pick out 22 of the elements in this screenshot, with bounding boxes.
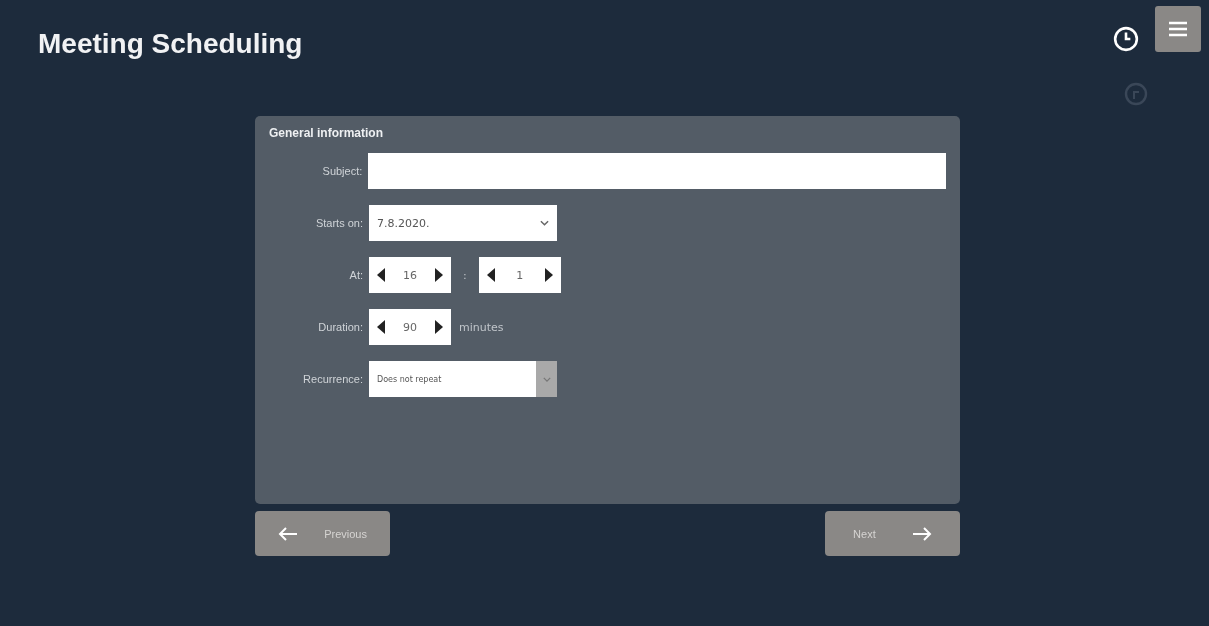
field-label: Duration: [317,321,364,333]
field-label: At: [348,269,364,281]
field-label: Subject: [321,165,364,177]
hamburger-icon [1168,21,1188,37]
field-label: Recurrence: [302,373,364,385]
hour-spinner[interactable]: 16 [369,257,451,293]
clock-icon[interactable] [1113,26,1139,52]
arrow-left-icon [278,526,299,541]
minute-spinner[interactable]: 1 [478,257,561,293]
subject-field[interactable] [368,153,946,189]
duration-spinner[interactable]: 90 [369,309,451,345]
time-separator: : [463,268,467,282]
arrow-right-icon [911,526,932,541]
unit-label: minutes [459,320,504,334]
field-label: Starts on: [314,217,364,229]
chevron-down-icon [542,376,551,382]
page-title: Meeting Scheduling [37,27,303,61]
menu-button[interactable] [1155,6,1201,52]
date-dropdown[interactable]: 7.8.2020. [369,205,557,241]
recurrence-dropdown[interactable]: Does not repeat [369,361,557,397]
section-title: General information [269,126,385,140]
chevron-down-icon [540,220,549,226]
